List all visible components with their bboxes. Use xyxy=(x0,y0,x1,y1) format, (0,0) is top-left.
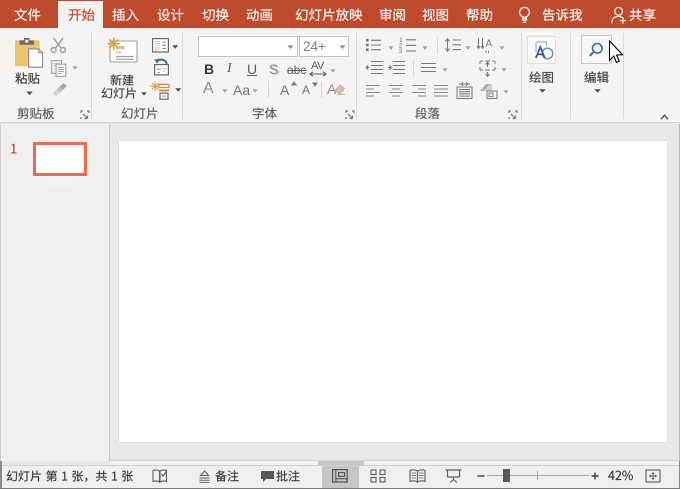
svg-text:A: A xyxy=(486,39,493,50)
svg-text:3: 3 xyxy=(399,49,403,53)
